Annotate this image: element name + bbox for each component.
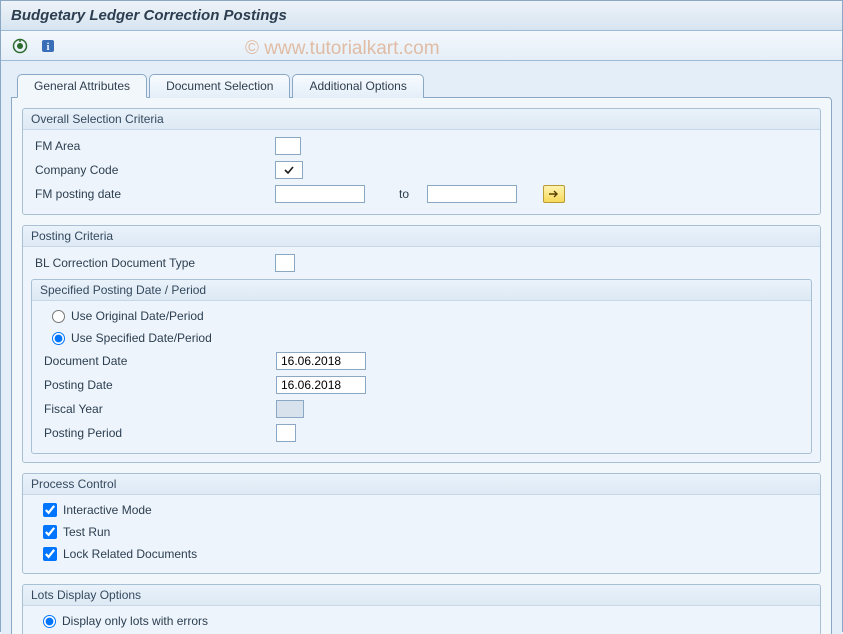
multiple-selection-button[interactable] xyxy=(543,185,565,203)
group-title-process: Process Control xyxy=(23,474,820,495)
fiscal-year-input xyxy=(276,400,304,418)
fm-posting-date-to-input[interactable] xyxy=(427,185,517,203)
radio-original-date[interactable] xyxy=(52,310,65,323)
label-posting-date: Posting Date xyxy=(40,378,272,392)
label-to: to xyxy=(399,187,409,201)
group-process-control: Process Control Interactive Mode Test Ru… xyxy=(22,473,821,574)
subgroup-specified-posting: Specified Posting Date / Period Use Orig… xyxy=(31,279,812,454)
tab-document-selection[interactable]: Document Selection xyxy=(149,74,290,98)
radio-specified-date[interactable] xyxy=(52,332,65,345)
label-bl-doc-type: BL Correction Document Type xyxy=(31,256,271,270)
label-test-run: Test Run xyxy=(63,525,110,539)
svg-text:i: i xyxy=(47,42,50,53)
tab-panel: Overall Selection Criteria FM Area Compa… xyxy=(11,97,832,634)
execute-icon xyxy=(12,38,28,54)
checkbox-test-run[interactable] xyxy=(43,525,57,539)
fm-area-input[interactable] xyxy=(275,137,301,155)
label-fiscal-year: Fiscal Year xyxy=(40,402,272,416)
page-title: Budgetary Ledger Correction Postings xyxy=(11,7,832,24)
arrow-right-icon xyxy=(548,189,560,199)
bl-doc-type-input[interactable] xyxy=(275,254,295,272)
label-fm-area: FM Area xyxy=(31,139,271,153)
checkbox-interactive-mode[interactable] xyxy=(43,503,57,517)
tab-additional-options[interactable]: Additional Options xyxy=(292,74,423,98)
group-posting-criteria: Posting Criteria BL Correction Document … xyxy=(22,225,821,463)
tab-general-attributes[interactable]: General Attributes xyxy=(17,74,147,98)
subgroup-title: Specified Posting Date / Period xyxy=(32,280,811,301)
title-bar: Budgetary Ledger Correction Postings xyxy=(1,1,842,31)
document-date-input[interactable] xyxy=(276,352,366,370)
label-lots-errors: Display only lots with errors xyxy=(62,614,208,628)
toolbar: i xyxy=(1,31,842,61)
body-area: General Attributes Document Selection Ad… xyxy=(1,61,842,634)
check-icon xyxy=(283,164,295,176)
info-button[interactable]: i xyxy=(37,36,59,56)
label-interactive-mode: Interactive Mode xyxy=(63,503,152,517)
label-fm-posting-date: FM posting date xyxy=(31,187,271,201)
label-radio-original: Use Original Date/Period xyxy=(71,309,204,323)
label-posting-period: Posting Period xyxy=(40,426,272,440)
tab-row: General Attributes Document Selection Ad… xyxy=(17,73,832,97)
posting-period-input[interactable] xyxy=(276,424,296,442)
execute-button[interactable] xyxy=(9,36,31,56)
fm-posting-date-from-input[interactable] xyxy=(275,185,365,203)
info-icon: i xyxy=(40,38,56,54)
label-document-date: Document Date xyxy=(40,354,272,368)
group-lots-display: Lots Display Options Display only lots w… xyxy=(22,584,821,634)
company-code-field[interactable] xyxy=(275,161,303,179)
group-title-overall: Overall Selection Criteria xyxy=(23,109,820,130)
group-title-lots: Lots Display Options xyxy=(23,585,820,606)
label-radio-specified: Use Specified Date/Period xyxy=(71,331,212,345)
group-overall-selection: Overall Selection Criteria FM Area Compa… xyxy=(22,108,821,215)
label-company-code: Company Code xyxy=(31,163,271,177)
radio-lots-errors[interactable] xyxy=(43,615,56,628)
label-lock-related: Lock Related Documents xyxy=(63,547,197,561)
group-title-posting: Posting Criteria xyxy=(23,226,820,247)
checkbox-lock-related[interactable] xyxy=(43,547,57,561)
posting-date-input[interactable] xyxy=(276,376,366,394)
